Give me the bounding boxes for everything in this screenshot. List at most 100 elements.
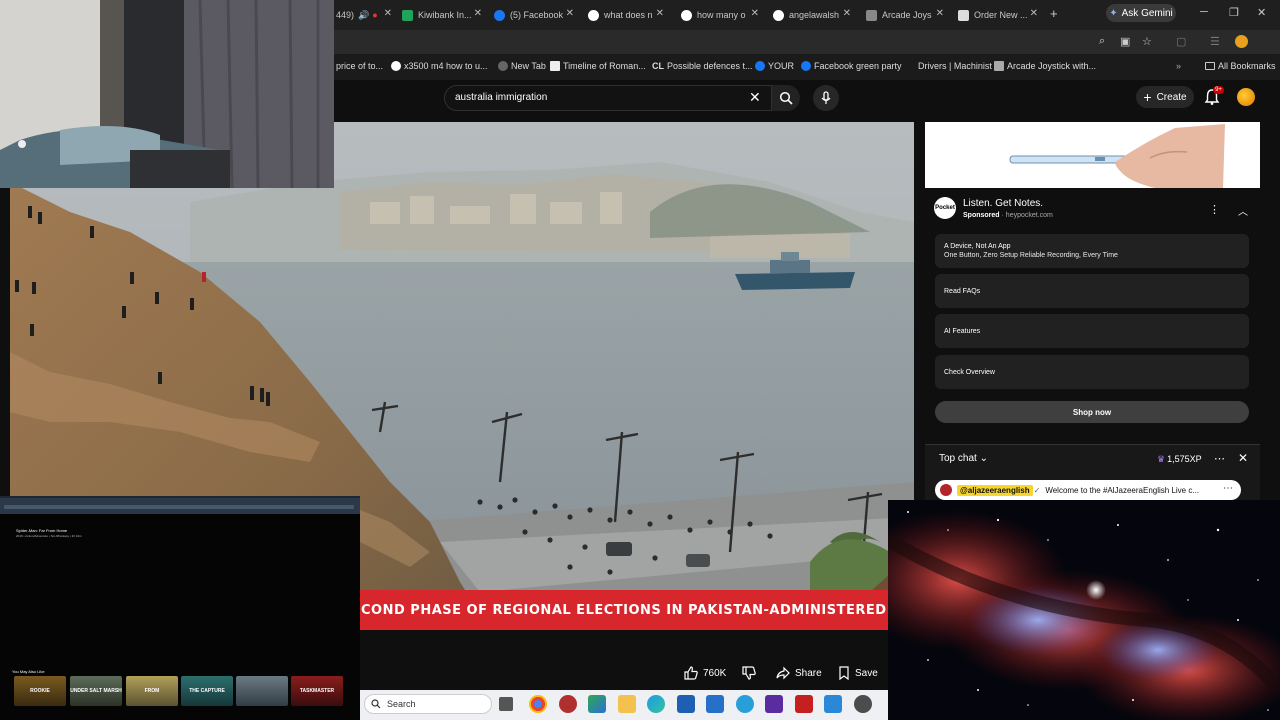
media-app-icon[interactable] [559, 695, 577, 713]
close-tab-icon[interactable]: ✕ [384, 8, 392, 19]
mini-poster[interactable]: TASKMASTER [291, 676, 343, 706]
close-tab-icon[interactable]: ✕ [656, 8, 664, 19]
photos-app-icon[interactable] [824, 695, 842, 713]
user-avatar[interactable] [1237, 88, 1255, 106]
pdf-app-icon[interactable] [795, 695, 813, 713]
search-input[interactable]: australia immigration [444, 85, 772, 111]
ad-advertiser-logo[interactable]: Pocket [934, 197, 956, 219]
bookmark-item[interactable]: Timeline of Roman... [550, 61, 646, 71]
voice-search-button[interactable] [813, 85, 839, 111]
obs-app-icon[interactable] [765, 695, 783, 713]
close-tab-icon[interactable]: ✕ [566, 8, 574, 19]
bookmarks-overflow-icon[interactable]: » [1176, 61, 1181, 71]
ad-link-check-overview[interactable]: Check Overview [935, 355, 1249, 389]
all-bookmarks-button[interactable]: All Bookmarks [1205, 61, 1276, 71]
save-button[interactable]: Save [838, 661, 884, 685]
message-options-icon[interactable]: ⋯ [1223, 483, 1233, 494]
bookmark-item[interactable]: price of to... [336, 61, 383, 71]
close-window-icon[interactable]: ✕ [1257, 6, 1266, 19]
mini-poster[interactable] [236, 676, 288, 706]
google-favicon-icon [391, 61, 401, 71]
search-icon [779, 91, 793, 105]
zoom-icon[interactable]: ⌕ [1099, 35, 1105, 48]
mini-poster[interactable]: THE CAPTURE [181, 676, 233, 706]
ad-row-title: AI Features [944, 327, 981, 335]
share-button[interactable]: Share [776, 661, 828, 685]
profile-avatar-icon[interactable] [1235, 35, 1248, 48]
telegram-app-icon[interactable] [736, 695, 754, 713]
like-button[interactable]: 760K [684, 661, 736, 685]
dislike-button[interactable] [742, 661, 762, 685]
ad-title[interactable]: Listen. Get Notes. [963, 198, 1043, 209]
taskbar-search-box[interactable]: Search [364, 694, 492, 714]
google-favicon-icon [681, 9, 692, 21]
mini-poster[interactable]: FROM [126, 676, 178, 706]
bookmark-label: Possible defences t... [667, 61, 753, 71]
thumbs-up-icon [684, 666, 698, 680]
chat-author-handle[interactable]: @aljazeeraenglish [957, 484, 1033, 496]
ad-link-ai-features[interactable]: AI Features [935, 314, 1249, 348]
xp-badge[interactable]: ♛ 1,575XP [1157, 452, 1205, 466]
shop-now-button[interactable]: Shop now [935, 401, 1249, 423]
close-tab-icon[interactable]: ✕ [474, 8, 482, 19]
calculator-app-icon[interactable] [677, 695, 695, 713]
bookmark-item[interactable]: x3500 m4 how to u... [391, 61, 488, 71]
globe-icon [498, 61, 508, 71]
browser-tab[interactable]: how many o ✕ [681, 4, 759, 26]
ask-gemini-label: Ask Gemini [1121, 7, 1173, 19]
speaker-icon: 🔊 [358, 9, 370, 20]
webcam-feed-image [0, 0, 334, 188]
screen-cast-icon[interactable]: ▣ [1120, 35, 1130, 48]
search-button[interactable] [772, 85, 800, 111]
new-tab-button[interactable]: + [1050, 6, 1058, 21]
store-app-icon[interactable] [588, 695, 606, 713]
bookmark-label: Drivers | Machinist [918, 61, 992, 71]
browser-tab[interactable]: Arcade Joys ✕ [866, 4, 944, 26]
mini-poster[interactable]: ROOKIE [14, 676, 66, 706]
screen-share-overlay: Spider-Man: Far From Home 2019 • Action/… [0, 496, 360, 720]
browser-tab[interactable]: Order New ... ✕ [958, 4, 1038, 26]
task-view-icon[interactable] [499, 697, 513, 711]
chrome-app-icon[interactable] [529, 695, 547, 713]
chevron-up-icon[interactable]: ︿ [1238, 203, 1248, 218]
bookmark-item[interactable]: Drivers | Machinist [918, 61, 992, 71]
browser-tab[interactable]: angelawalsh ✕ [773, 4, 851, 26]
settings-gear-icon[interactable] [854, 695, 872, 713]
pinned-chat-message[interactable]: @aljazeeraenglish ✓ Welcome to the #AlJa… [935, 480, 1241, 500]
edge-app-icon[interactable] [647, 695, 665, 713]
extensions-icon[interactable]: ▢ [1176, 35, 1186, 48]
bookmark-star-icon[interactable]: ☆ [1142, 35, 1152, 48]
ad-link-device[interactable]: A Device, Not An App One Button, Zero Se… [935, 234, 1249, 268]
maximize-window-icon[interactable]: ❐ [1229, 6, 1239, 19]
ad-link-read-faqs[interactable]: Read FAQs [935, 274, 1249, 308]
browser-tab[interactable]: Kiwibank In... ✕ [402, 4, 482, 26]
bookmark-item[interactable]: CL Possible defences t... [652, 61, 753, 71]
chat-more-options-icon[interactable]: ⋯ [1214, 452, 1225, 465]
clear-search-icon[interactable]: ✕ [749, 89, 761, 106]
webcam-overlay [0, 0, 334, 188]
top-chat-dropdown[interactable]: Top chat ⌄ [939, 453, 988, 464]
ad-banner-image[interactable] [925, 122, 1260, 188]
close-tab-icon[interactable]: ✕ [843, 8, 851, 19]
bookmark-item[interactable]: Facebook green party [801, 61, 902, 71]
minimize-window-icon[interactable]: ─ [1200, 6, 1208, 18]
taskbar-search-placeholder: Search [387, 699, 416, 709]
browser-tab[interactable]: 449) 🔊 ● ✕ [336, 4, 394, 26]
mini-poster[interactable]: UNDER SALT MARSH [70, 676, 122, 706]
close-chat-icon[interactable]: ✕ [1238, 451, 1248, 465]
close-tab-icon[interactable]: ✕ [1030, 8, 1038, 19]
close-tab-icon[interactable]: ✕ [936, 8, 944, 19]
bookmark-item[interactable]: YOUR [755, 61, 794, 71]
browser-tab[interactable]: (5) Facebook ✕ [494, 4, 574, 26]
file-explorer-icon[interactable] [618, 695, 636, 713]
browser-tab[interactable]: what does n ✕ [588, 4, 664, 26]
outlook-app-icon[interactable] [706, 695, 724, 713]
ask-gemini-button[interactable]: ✦ Ask Gemini [1106, 4, 1176, 22]
close-tab-icon[interactable]: ✕ [751, 8, 759, 19]
arcade-favicon-icon [994, 61, 1004, 71]
create-button[interactable]: + Create [1136, 86, 1194, 108]
ad-more-options-icon[interactable]: ⋮ [1209, 203, 1220, 216]
bookmark-item[interactable]: Arcade Joystick with... [994, 61, 1096, 71]
bookmark-item[interactable]: New Tab [498, 61, 546, 71]
reading-list-icon[interactable]: ☰ [1210, 35, 1220, 48]
